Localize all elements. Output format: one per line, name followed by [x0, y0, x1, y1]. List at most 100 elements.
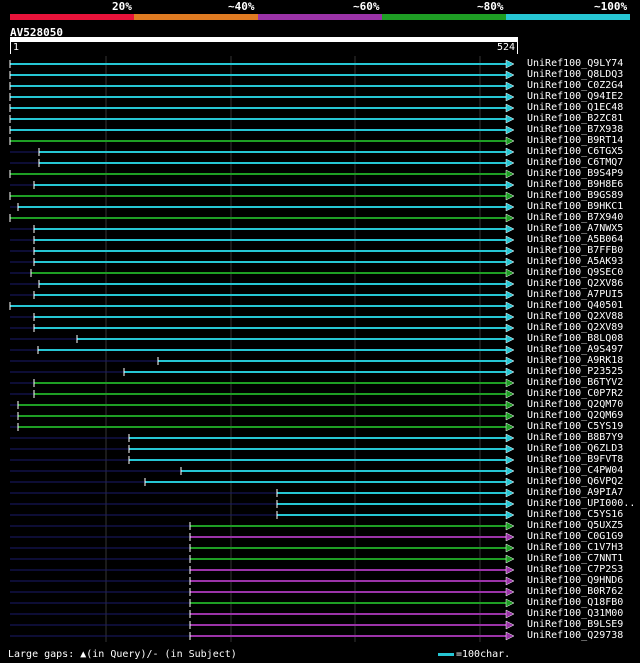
hit-label[interactable]: UniRef100_A9RK18	[527, 355, 623, 366]
hit-row[interactable]	[10, 477, 515, 487]
hit-label[interactable]: UniRef100_Q94IE2	[527, 91, 623, 102]
hit-label[interactable]: UniRef100_B6TYV2	[527, 377, 623, 388]
hit-row[interactable]	[10, 488, 515, 498]
hit-row[interactable]	[10, 598, 515, 608]
hit-row[interactable]	[10, 554, 515, 564]
hit-row[interactable]	[10, 279, 515, 289]
hit-row[interactable]	[10, 444, 515, 454]
hit-label[interactable]: UniRef100_B9GS89	[527, 190, 623, 201]
hit-label[interactable]: UniRef100_Q31M00	[527, 608, 623, 619]
hit-label[interactable]: UniRef100_Q9HND6	[527, 575, 623, 586]
hit-row[interactable]	[9, 92, 515, 102]
hit-row[interactable]	[10, 389, 515, 399]
hit-label[interactable]: UniRef100_B0R762	[527, 586, 623, 597]
hit-label[interactable]: UniRef100_C5YS16	[527, 509, 623, 520]
hit-label[interactable]: UniRef100_B7X940	[527, 212, 623, 223]
hit-row[interactable]	[10, 257, 515, 267]
hit-row[interactable]	[10, 158, 515, 168]
hit-row[interactable]	[10, 620, 515, 630]
hit-row[interactable]	[10, 400, 515, 410]
hit-label[interactable]: UniRef100_Q5UXZ5	[527, 520, 623, 531]
hit-label[interactable]: UniRef100_UPI000..	[527, 498, 635, 509]
hit-label[interactable]: UniRef100_C7P2S3	[527, 564, 623, 575]
hit-label[interactable]: UniRef100_Q8LDQ3	[527, 69, 623, 80]
hit-label[interactable]: UniRef100_Q9SEC0	[527, 267, 623, 278]
hit-label[interactable]: UniRef100_B9H8E6	[527, 179, 623, 190]
hit-row[interactable]	[9, 169, 515, 179]
hit-label[interactable]: UniRef100_C0P7R2	[527, 388, 623, 399]
hit-row[interactable]	[10, 466, 515, 476]
hit-label[interactable]: UniRef100_C7NNT1	[527, 553, 623, 564]
hit-row[interactable]	[10, 565, 515, 575]
hit-row[interactable]	[10, 532, 515, 542]
hit-label[interactable]: UniRef100_B9RT14	[527, 135, 623, 146]
hit-row[interactable]	[10, 576, 515, 586]
hit-row[interactable]	[10, 631, 515, 641]
hit-label[interactable]: UniRef100_B8B7Y9	[527, 432, 623, 443]
hit-label[interactable]: UniRef100_Q2QM69	[527, 410, 623, 421]
hit-label[interactable]: UniRef100_A9S497	[527, 344, 623, 355]
hit-row[interactable]	[10, 356, 515, 366]
hit-label[interactable]: UniRef100_Q2QM70	[527, 399, 623, 410]
hit-row[interactable]	[10, 367, 515, 377]
hit-row[interactable]	[10, 510, 515, 520]
hit-row[interactable]	[9, 103, 515, 113]
hit-row[interactable]	[10, 345, 515, 355]
hit-label[interactable]: UniRef100_B7X938	[527, 124, 623, 135]
hit-label[interactable]: UniRef100_B7FFB0	[527, 245, 623, 256]
hit-row[interactable]	[10, 224, 515, 234]
hit-row[interactable]	[10, 323, 515, 333]
hit-row[interactable]	[10, 147, 515, 157]
hit-label[interactable]: UniRef100_B9HKC1	[527, 201, 623, 212]
hit-row[interactable]	[10, 290, 515, 300]
hit-label[interactable]: UniRef100_A7NWX5	[527, 223, 623, 234]
hit-row[interactable]	[10, 180, 515, 190]
hit-label[interactable]: UniRef100_Q29738	[527, 630, 623, 641]
hit-row[interactable]	[10, 587, 515, 597]
hit-label[interactable]: UniRef100_A5AK93	[527, 256, 623, 267]
hit-row[interactable]	[10, 312, 515, 322]
hit-label[interactable]: UniRef100_C5YS19	[527, 421, 623, 432]
hit-label[interactable]: UniRef100_Q9LY74	[527, 58, 623, 69]
hit-row[interactable]	[9, 81, 515, 91]
hit-label[interactable]: UniRef100_C4PW04	[527, 465, 623, 476]
hit-row[interactable]	[10, 422, 515, 432]
hit-row[interactable]	[10, 609, 515, 619]
hit-row[interactable]	[9, 191, 515, 201]
hit-label[interactable]: UniRef100_C0Z2G4	[527, 80, 623, 91]
hit-row[interactable]	[9, 301, 515, 311]
hit-label[interactable]: UniRef100_Q18FB0	[527, 597, 623, 608]
hit-label[interactable]: UniRef100_Q2XV86	[527, 278, 623, 289]
hit-label[interactable]: UniRef100_B9S4P9	[527, 168, 623, 179]
hit-row[interactable]	[10, 411, 515, 421]
hit-label[interactable]: UniRef100_C6TMQ7	[527, 157, 623, 168]
hit-row[interactable]	[10, 378, 515, 388]
hit-label[interactable]: UniRef100_B9LSE9	[527, 619, 623, 630]
hit-row[interactable]	[9, 59, 515, 69]
hit-label[interactable]: UniRef100_Q6VPQ2	[527, 476, 623, 487]
hit-label[interactable]: UniRef100_B9FVT8	[527, 454, 623, 465]
hit-row[interactable]	[10, 455, 515, 465]
hit-label[interactable]: UniRef100_Q40501	[527, 300, 623, 311]
hit-row[interactable]	[9, 114, 515, 124]
hit-label[interactable]: UniRef100_Q1EC48	[527, 102, 623, 113]
hit-row[interactable]	[10, 268, 515, 278]
hit-row[interactable]	[9, 125, 515, 135]
hit-row[interactable]	[9, 136, 515, 146]
hit-row[interactable]	[9, 213, 515, 223]
hit-row[interactable]	[10, 543, 515, 553]
hit-label[interactable]: UniRef100_Q6ZLD3	[527, 443, 623, 454]
hit-row[interactable]	[10, 334, 515, 344]
hit-row[interactable]	[9, 70, 515, 80]
hit-row[interactable]	[10, 235, 515, 245]
hit-label[interactable]: UniRef100_Q2XV89	[527, 322, 623, 333]
hit-label[interactable]: UniRef100_B2ZC81	[527, 113, 623, 124]
hit-label[interactable]: UniRef100_P23525	[527, 366, 623, 377]
hit-label[interactable]: UniRef100_B8LQ08	[527, 333, 623, 344]
hit-label[interactable]: UniRef100_C6TGX5	[527, 146, 623, 157]
hit-label[interactable]: UniRef100_A9PIA7	[527, 487, 623, 498]
hit-row[interactable]	[10, 433, 515, 443]
hit-label[interactable]: UniRef100_A5B064	[527, 234, 623, 245]
hit-label[interactable]: UniRef100_C1V7H3	[527, 542, 623, 553]
hit-row[interactable]	[10, 499, 515, 509]
